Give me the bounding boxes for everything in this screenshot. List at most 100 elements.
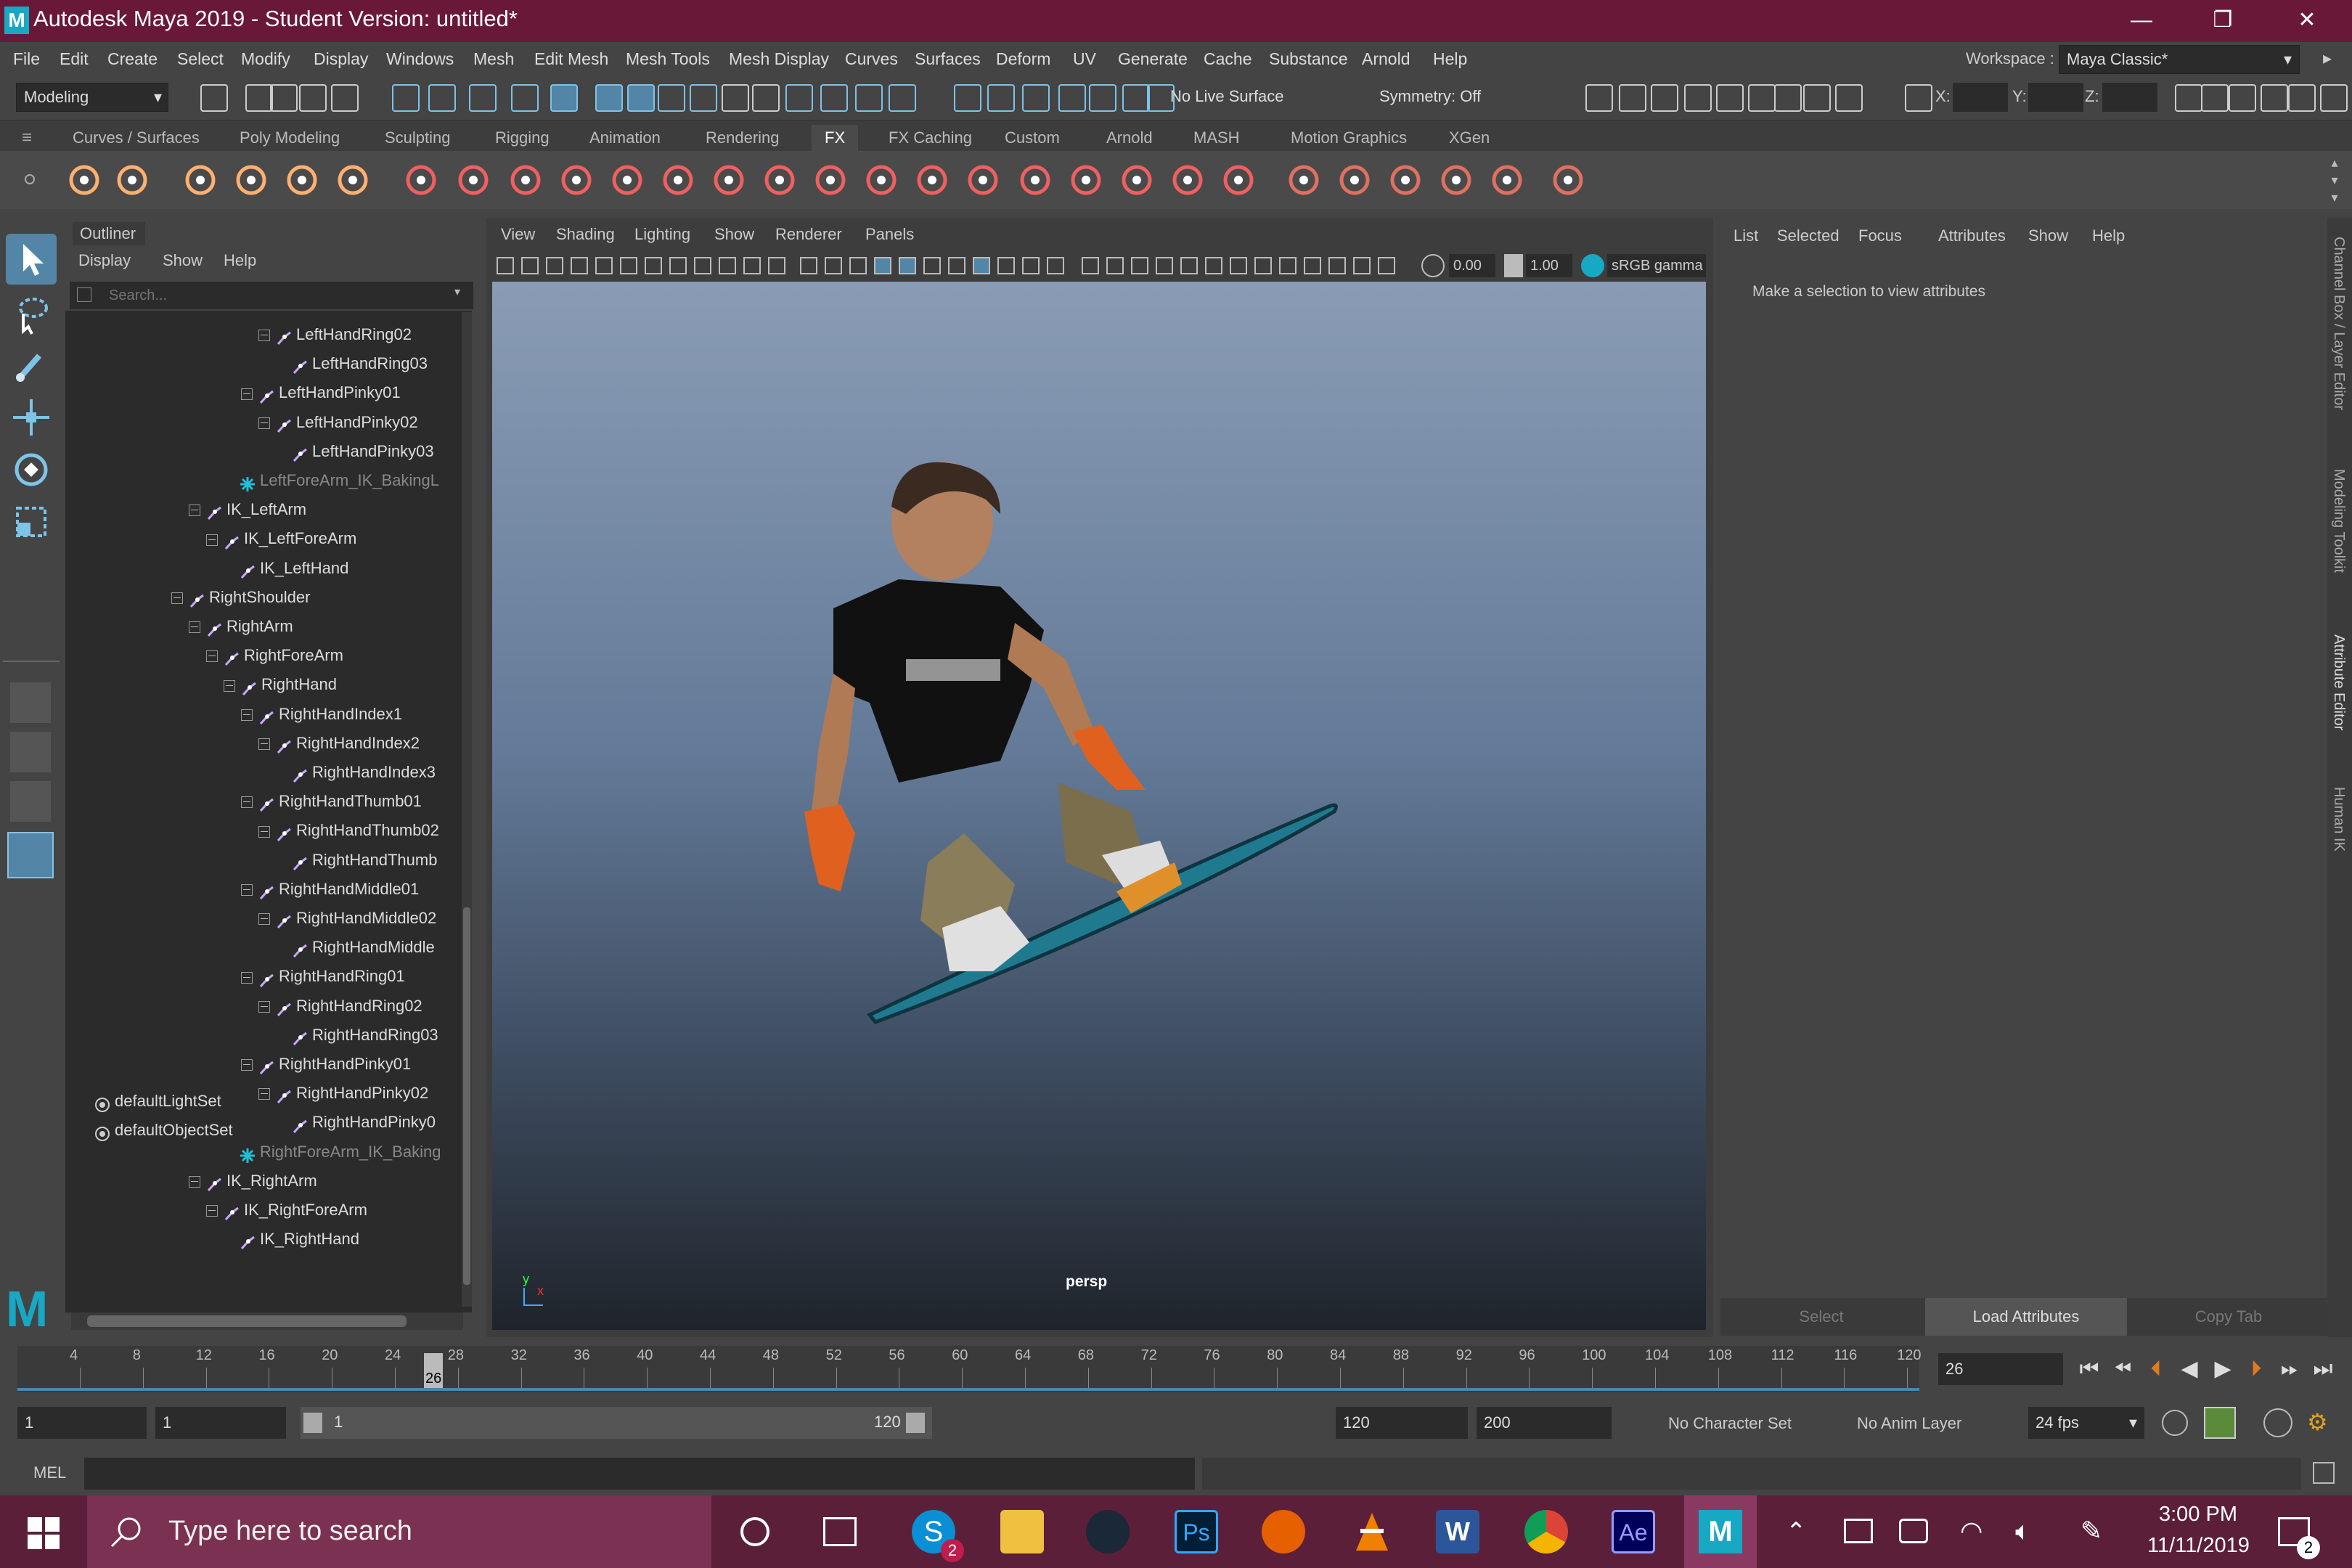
viewport-tool-icon[interactable]	[1156, 257, 1173, 274]
range-bar[interactable]: 1 120	[301, 1407, 932, 1439]
viewport-tool-icon[interactable]	[694, 257, 711, 274]
menu-surfaces[interactable]: Surfaces	[915, 49, 981, 69]
outliner-joint-item[interactable]: IK_RightHand	[224, 1225, 359, 1253]
outliner-set-item[interactable]: defaultObjectSet	[94, 1116, 233, 1144]
step-forward-key-icon[interactable]: ⏩︎	[2275, 1353, 2304, 1385]
status-tool-icon[interactable]	[1651, 84, 1678, 112]
viewport-tool-icon[interactable]	[849, 257, 867, 274]
volume-icon[interactable]: 🔈︎	[2015, 1516, 2031, 1547]
shelf-menu-icon[interactable]: ≡	[22, 128, 41, 147]
status-tool-icon[interactable]	[1905, 84, 1932, 112]
scroll-thumb[interactable]	[87, 1315, 407, 1327]
viewport-tool-icon[interactable]	[1131, 257, 1148, 274]
status-tool-icon[interactable]	[1716, 84, 1744, 112]
scroll-thumb[interactable]	[463, 907, 470, 1285]
animation-end-field[interactable]: 200	[1477, 1407, 1612, 1439]
outliner-joint-item[interactable]: RightHandMiddle02	[258, 905, 436, 932]
fx-shelf-icon[interactable]	[332, 160, 373, 200]
viewport-tool-icon[interactable]	[874, 257, 891, 274]
viewport-tool-icon[interactable]	[1353, 257, 1371, 274]
step-back-key-icon[interactable]: ⏪︎	[2108, 1353, 2137, 1385]
colorspace-dropdown[interactable]: sRGB gamma	[1607, 254, 1706, 277]
viewport-tool-icon[interactable]	[997, 257, 1015, 274]
expand-toggle[interactable]	[241, 388, 253, 400]
status-tool-icon[interactable]	[1058, 84, 1086, 112]
menu-file[interactable]: File	[13, 49, 40, 69]
tab-human-ik[interactable]: Human IK	[2330, 787, 2347, 852]
menuset-dropdown[interactable]: Modeling ▾	[16, 83, 168, 112]
outliner-joint-item[interactable]: LeftHandPinky01	[241, 379, 401, 407]
expand-toggle[interactable]	[258, 1000, 270, 1013]
viewport-menu-renderer[interactable]: Renderer	[775, 225, 842, 244]
menu-mesh-tools[interactable]: Mesh Tools	[626, 49, 710, 69]
outliner-joint-item[interactable]: IK_RightForeArm	[206, 1196, 367, 1224]
pen-icon[interactable]: ✎	[2081, 1516, 2102, 1546]
x-field[interactable]	[1953, 83, 2008, 112]
minimize-button[interactable]: —	[2120, 4, 2163, 36]
chevron-down-icon[interactable]: ▾	[454, 285, 460, 299]
menu-substance[interactable]: Substance	[1269, 49, 1348, 69]
expand-toggle[interactable]	[189, 621, 200, 634]
viewport-tool-icon[interactable]	[1279, 257, 1297, 274]
outliner-menu-help[interactable]: Help	[224, 251, 256, 270]
menu-mesh[interactable]: Mesh	[473, 49, 514, 69]
fx-shelf-icon[interactable]	[607, 160, 648, 200]
expand-toggle[interactable]	[258, 913, 270, 926]
status-tool-icon[interactable]	[627, 84, 655, 112]
viewport-tool-icon[interactable]	[1180, 257, 1198, 274]
fx-shelf-icon[interactable]	[231, 160, 271, 200]
status-tool-icon[interactable]	[954, 84, 981, 112]
viewport-menu-show[interactable]: Show	[714, 225, 754, 244]
fx-shelf-icon[interactable]	[112, 160, 152, 200]
viewport-tool-icon[interactable]	[825, 257, 842, 274]
outliner-menu-show[interactable]: Show	[163, 251, 203, 270]
fx-shelf-icon[interactable]	[861, 160, 902, 200]
outliner-menu-display[interactable]: Display	[78, 251, 131, 270]
attr-menu-selected[interactable]: Selected	[1777, 226, 1839, 245]
expand-toggle[interactable]	[171, 592, 183, 604]
outliner-joint-item[interactable]: RightShoulder	[171, 584, 310, 611]
outliner-joint-item[interactable]: RightHandIndex2	[258, 730, 420, 757]
fx-shelf-icon[interactable]	[1334, 160, 1375, 200]
expand-toggle[interactable]	[206, 534, 218, 546]
viewport-tool-icon[interactable]	[669, 257, 687, 274]
search-filter-icon[interactable]	[77, 287, 91, 302]
shelf-scroll-icon[interactable]: ▴ ▾ ▾	[2326, 154, 2343, 208]
menu-mesh-display[interactable]: Mesh Display	[729, 49, 829, 69]
fx-shelf-icon[interactable]	[401, 160, 441, 200]
status-tool-icon[interactable]	[511, 84, 539, 112]
go-to-end-icon[interactable]: ⏭	[2308, 1353, 2337, 1385]
shelf-tab-animation[interactable]: Animation	[576, 125, 674, 151]
outliner-joint-item[interactable]: RightHandIndex1	[241, 701, 402, 728]
fps-dropdown[interactable]: 24 fps ▾	[2028, 1407, 2144, 1439]
viewport-canvas[interactable]: y x persp	[492, 282, 1706, 1330]
word-icon[interactable]: W	[1436, 1510, 1479, 1553]
exposure-icon[interactable]	[1421, 254, 1445, 277]
outliner-joint-item[interactable]: LeftHandRing03	[276, 350, 428, 377]
status-tool-icon[interactable]	[1585, 84, 1613, 112]
status-tool-icon[interactable]	[1803, 84, 1831, 112]
shelf-tab-custom[interactable]: Custom	[992, 125, 1073, 151]
tab-attribute-editor[interactable]: Attribute Editor	[2330, 634, 2347, 730]
select-tool-button[interactable]	[6, 234, 57, 285]
workspace-dropdown[interactable]: Maya Classic* ▾	[2059, 45, 2300, 74]
z-field[interactable]	[2102, 83, 2157, 112]
status-tool-icon[interactable]	[1748, 84, 1776, 112]
exposure-field[interactable]: 0.00	[1449, 254, 1495, 277]
taskbar-search-box[interactable]: Type here to search	[87, 1495, 711, 1568]
symmetry-dropdown[interactable]: Symmetry: Off	[1379, 87, 1481, 106]
menu-curves[interactable]: Curves	[845, 49, 898, 69]
status-tool-icon[interactable]	[785, 84, 813, 112]
chevron-up-icon[interactable]: ⌃	[1786, 1517, 1807, 1546]
status-tool-icon[interactable]	[2175, 84, 2202, 112]
paint-select-tool-button[interactable]	[6, 340, 57, 391]
outliner-joint-item[interactable]: RightHandThumb01	[241, 788, 422, 815]
shelf-tab-arnold[interactable]: Arnold	[1093, 125, 1166, 151]
viewport-tool-icon[interactable]	[899, 257, 916, 274]
status-tool-icon[interactable]	[270, 84, 298, 112]
shelf-tab-xgen[interactable]: XGen	[1436, 125, 1503, 151]
outliner-joint-item[interactable]: RightHandPinky02	[258, 1079, 428, 1107]
move-tool-button[interactable]	[6, 392, 57, 443]
viewport-tool-icon[interactable]	[1047, 257, 1064, 274]
outliner-joint-item[interactable]: RightHandMiddle	[276, 934, 435, 961]
